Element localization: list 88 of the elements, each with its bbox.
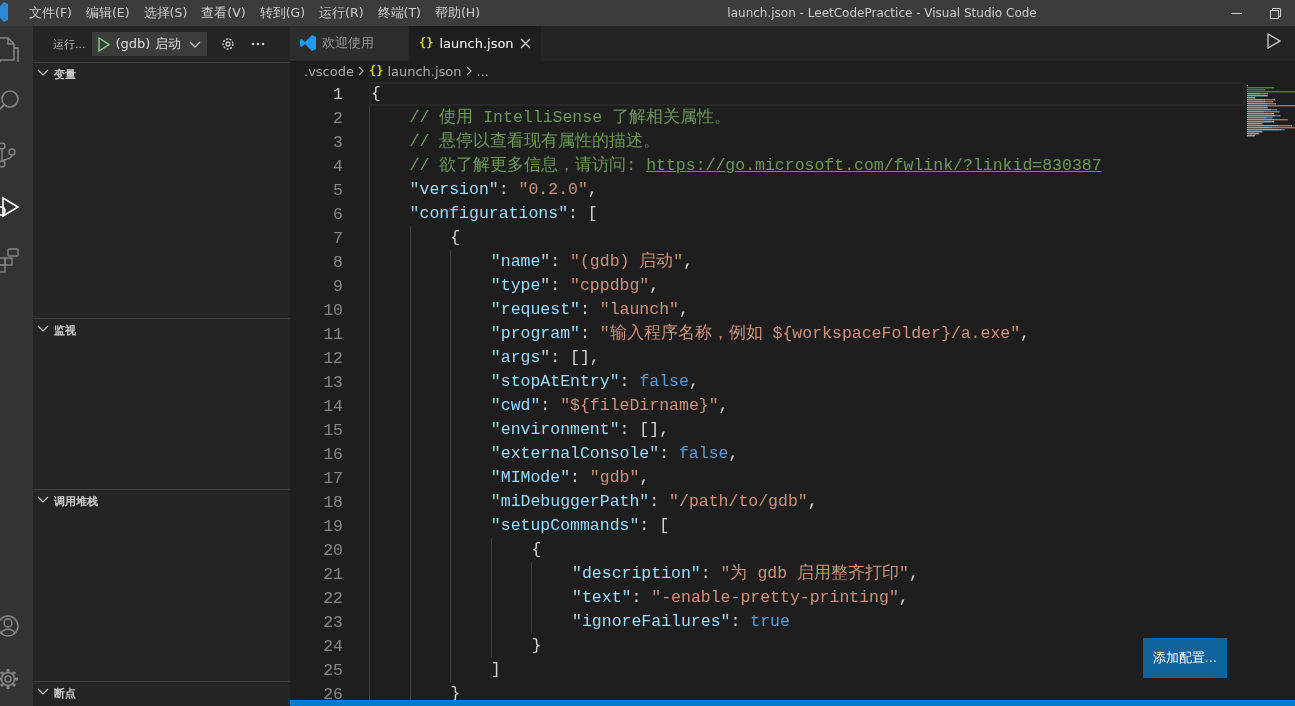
configuration-dropdown[interactable]: (gdb) 启动 (91, 32, 207, 56)
menu-item[interactable]: 终端(T) (370, 4, 428, 22)
vscode-logo-icon (300, 34, 316, 53)
code-line: "configurations": [ (369, 202, 598, 226)
line-number: 4 (332, 156, 343, 176)
code-line: "externalConsole": false, (369, 442, 739, 466)
run-icon[interactable] (1267, 33, 1281, 50)
code-line: ] (369, 658, 501, 682)
code-line: "description": "为 gdb 启用整齐打印", (369, 562, 919, 586)
line-number: 1 (332, 84, 343, 104)
section-header[interactable]: 断点 (33, 682, 76, 704)
chevron-down-icon (188, 40, 201, 48)
line-number: 23 (322, 612, 343, 632)
section-header[interactable]: 调用堆栈 (33, 490, 98, 512)
chevron-right-icon (357, 66, 365, 77)
code-line: "miDebuggerPath": "/path/to/gdb", (369, 490, 818, 514)
code-line: "request": "launch", (369, 298, 689, 322)
add-configuration-button[interactable]: 添加配置... (1142, 638, 1227, 678)
braces-icon: {} (419, 36, 434, 51)
code-line: "name": "(gdb) 启动", (369, 250, 694, 274)
code-line: "setupCommands": [ (369, 514, 670, 538)
code-line: { (369, 226, 461, 250)
account-icon[interactable] (0, 613, 22, 640)
menu-item[interactable]: 文件(F) (22, 4, 79, 22)
line-number: 15 (322, 420, 343, 440)
code-line: // 悬停以查看现有属性的描述。 (369, 130, 661, 154)
editor-tab[interactable]: 欢迎使用 (290, 26, 409, 61)
code-line: "text": "-enable-pretty-printing", (369, 586, 909, 610)
chevron-right-icon (465, 66, 473, 77)
line-number: 18 (322, 492, 343, 512)
code-line: "environment": [], (369, 418, 670, 442)
extensions-icon[interactable] (0, 247, 22, 274)
code-line: "MIMode": "gdb", (369, 466, 650, 490)
menu-item[interactable]: 选择(S) (136, 4, 195, 22)
menu-item[interactable]: 帮助(H) (427, 4, 488, 22)
close-icon[interactable] (519, 37, 531, 49)
editor-tab[interactable]: {} launch.json (409, 26, 542, 61)
breadcrumb-item[interactable]: .vscode (304, 63, 354, 79)
line-number: 21 (322, 564, 343, 584)
line-number: 25 (322, 660, 343, 680)
section-header[interactable]: 监视 (33, 319, 76, 341)
line-number: 17 (322, 468, 343, 488)
line-number: 16 (322, 444, 343, 464)
menu-item[interactable]: 查看(V) (194, 4, 253, 22)
link[interactable]: https://go.microsoft.com/fwlink/?linkid=830387 (646, 154, 1102, 178)
code-line: "args": [], (369, 346, 600, 370)
code-line: { (371, 83, 381, 105)
code-line: "stopAtEntry": false, (369, 370, 699, 394)
window-title: launch.json - LeetCodePractice - Visual Studio Code (726, 6, 1038, 20)
menu-item[interactable]: 编辑(E) (78, 4, 137, 22)
line-number: 13 (322, 372, 343, 392)
line-number: 11 (322, 324, 343, 344)
code-line: "cwd": "${fileDirname}", (369, 394, 729, 418)
line-number: 22 (322, 588, 343, 608)
line-number: 12 (322, 348, 343, 368)
breadcrumb-item[interactable]: {} launch.json (368, 63, 462, 79)
line-number: 6 (332, 204, 343, 224)
code-line: "type": "cppdbg", (369, 274, 660, 298)
sidebar-title: 运行... (53, 36, 86, 52)
menu-item[interactable]: 运行(R) (312, 4, 371, 22)
code-line: } (369, 634, 542, 658)
code-line: // 使用 IntelliSense 了解相关属性。 (369, 106, 731, 130)
code-line: "ignoreFailures": true (369, 610, 790, 634)
more-icon[interactable] (250, 42, 265, 46)
files-icon[interactable] (0, 35, 22, 62)
line-number: 2 (332, 108, 343, 128)
code-line: { (369, 538, 542, 562)
braces-icon: {} (368, 64, 384, 79)
line-number: 24 (322, 636, 343, 656)
play-icon (97, 36, 110, 52)
line-number: 10 (322, 300, 343, 320)
line-number: 26 (322, 684, 343, 704)
section-header[interactable]: 变量 (33, 63, 76, 85)
restore-icon[interactable] (1270, 7, 1281, 19)
line-number: 14 (322, 396, 343, 416)
settings-icon[interactable] (220, 37, 235, 51)
code-line: "version": "0.2.0", (369, 178, 598, 202)
code-line: // 欲了解更多信息，请访问: https://go.microsoft.com/fwlink/?linkid=830387 (369, 154, 1102, 178)
code-line: "program": "输入程序名称，例如 ${workspaceFolder}/a.exe", (369, 322, 1030, 346)
line-number: 3 (332, 132, 343, 152)
line-number: 19 (322, 516, 343, 536)
line-number: 7 (332, 228, 343, 248)
breadcrumb-item[interactable]: ... (476, 63, 489, 79)
line-number: 8 (332, 252, 343, 272)
menu-item[interactable]: 转到(G) (252, 4, 313, 22)
line-number: 9 (332, 276, 343, 296)
line-number: 5 (332, 180, 343, 200)
line-number: 20 (322, 540, 343, 560)
